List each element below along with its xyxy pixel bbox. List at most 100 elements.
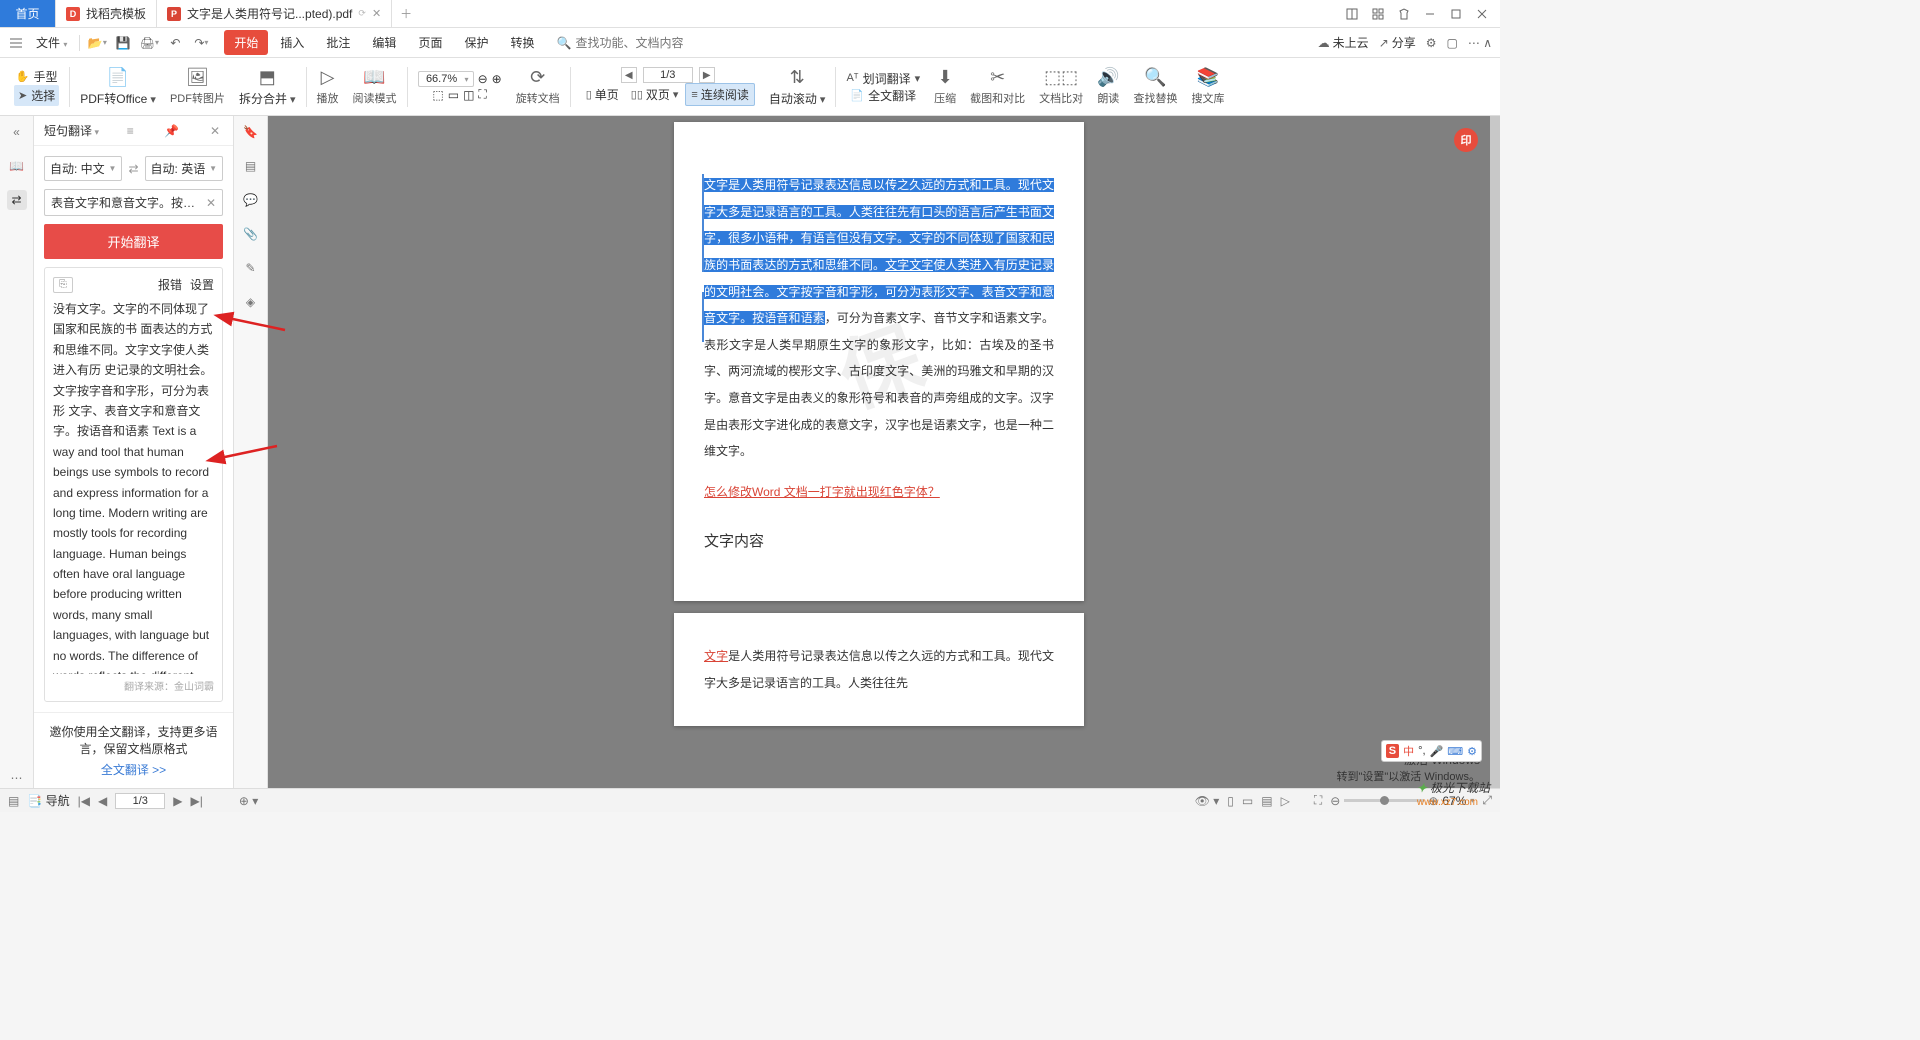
search-box[interactable]: 🔍 — [556, 36, 695, 50]
select-tool[interactable]: ➤ 选择 — [14, 85, 59, 106]
layout-icon[interactable] — [1340, 2, 1364, 26]
split-merge[interactable]: ⬒拆分合并 ▾ — [233, 58, 302, 115]
pdf-to-image[interactable]: 🖼PDF转图片 — [164, 58, 231, 115]
tab-close-icon[interactable]: ✕ — [372, 7, 381, 20]
doc-compare[interactable]: ⬚⬚文档比对 — [1033, 58, 1089, 115]
ime-mic-icon[interactable]: 🎤 — [1430, 745, 1444, 758]
rail-more-icon[interactable]: ⋯ — [7, 768, 27, 788]
actual-size-icon[interactable]: ◫ — [463, 88, 474, 102]
read-aloud[interactable]: 🔊朗读 — [1091, 58, 1125, 115]
full-translate[interactable]: 📄 全文翻译 — [850, 87, 916, 104]
open-icon[interactable]: 📂▾ — [88, 34, 106, 52]
translate-button[interactable]: 开始翻译 — [44, 224, 223, 259]
hamburger-icon[interactable] — [8, 35, 24, 51]
sb-fit-icon[interactable]: ⛶ — [1314, 793, 1322, 808]
sb-next-page[interactable]: ▶ — [173, 794, 182, 808]
collapse-icon[interactable]: ⋯ ∧ — [1468, 36, 1492, 50]
sb-prev-page[interactable]: ◀ — [98, 794, 107, 808]
tab-home[interactable]: 首页 — [0, 0, 56, 27]
hyperlink[interactable]: 怎么修改Word 文档一打字就出现红色字体？ — [704, 485, 940, 499]
search-input[interactable] — [575, 36, 695, 50]
lang-swap-icon[interactable]: ⇄ — [128, 162, 138, 176]
fit-page-icon[interactable]: ▭ — [448, 88, 459, 102]
fit-width-icon[interactable]: ⬚ — [432, 88, 443, 102]
settings-link[interactable]: 设置 — [190, 276, 214, 293]
thumbnail-icon[interactable]: ▤ — [241, 156, 261, 176]
ribbon-tab-insert[interactable]: 插入 — [270, 30, 314, 55]
continuous-view[interactable]: ≡ 连续阅读 — [685, 83, 754, 106]
hand-tool[interactable]: ✋ 手型 — [16, 68, 58, 85]
save-icon[interactable]: 💾 — [114, 34, 132, 52]
ime-lang[interactable]: 中 — [1403, 743, 1414, 759]
print-icon[interactable]: 🖨▾ — [140, 34, 158, 52]
ribbon-tab-convert[interactable]: 转换 — [500, 30, 544, 55]
ime-settings-icon[interactable]: ⚙ — [1467, 745, 1477, 758]
panel-list-icon[interactable]: ≡ — [124, 124, 137, 138]
zoom-out-icon[interactable]: ⊖ — [478, 72, 488, 86]
tab-document[interactable]: P 文字是人类用符号记...pted).pdf ⟳ ✕ — [157, 0, 392, 27]
rail-collapse-icon[interactable]: « — [7, 122, 27, 142]
find-replace[interactable]: 🔍查找替换 — [1128, 58, 1184, 115]
lang-from-select[interactable]: 自动: 中文▼ — [44, 156, 122, 181]
skin-icon[interactable] — [1392, 2, 1416, 26]
ribbon-tab-page[interactable]: 页面 — [408, 30, 452, 55]
rail-translate-icon[interactable]: ⇄ — [7, 190, 27, 210]
copy-result-icon[interactable]: ⎘ — [53, 277, 73, 293]
ribbon-tab-protect[interactable]: 保护 — [454, 30, 498, 55]
word-translate[interactable]: Aᵀ 划词翻译▾ — [846, 70, 920, 87]
floating-wps-icon[interactable]: 印 — [1454, 128, 1478, 152]
page-text[interactable]: 文字是人类用符号记录表达信息以传之久远的方式和工具。现代文字大多是记录语言的工具… — [704, 172, 1054, 465]
sb-last-page[interactable]: ▶| — [190, 794, 202, 808]
sb-view3-icon[interactable]: ▤ — [1261, 794, 1272, 808]
tab-templates[interactable]: D 找稻壳模板 — [56, 0, 157, 27]
lang-to-select[interactable]: 自动: 英语▼ — [145, 156, 223, 181]
read-mode[interactable]: 📖阅读模式 — [347, 58, 403, 115]
source-text-input[interactable]: 表音文字和意音文字。按语音和语素 ✕ — [44, 189, 223, 216]
sb-zoom-out[interactable]: ⊖ — [1330, 794, 1340, 808]
prev-page-button[interactable]: ◀ — [621, 67, 637, 83]
new-tab-button[interactable]: ＋ — [392, 0, 420, 27]
rail-book-icon[interactable]: 📖 — [7, 156, 27, 176]
bookmark-icon[interactable]: 🔖 — [241, 122, 261, 142]
clear-input-icon[interactable]: ✕ — [206, 196, 216, 210]
sb-view2-icon[interactable]: ▭ — [1242, 794, 1253, 808]
single-page-view[interactable]: ▯ 单页 — [581, 84, 624, 105]
page2-text[interactable]: 文字是人类用符号记录表达信息以传之久远的方式和工具。现代文字大多是记录语言的工具… — [704, 643, 1054, 696]
signature-icon[interactable]: ✎ — [241, 258, 261, 278]
maximize-button[interactable] — [1444, 2, 1468, 26]
comment-icon[interactable]: 💬 — [241, 190, 261, 210]
sb-play-icon[interactable]: ▷ — [1281, 794, 1290, 808]
page-input[interactable] — [643, 67, 693, 83]
layers-icon[interactable]: ◈ — [241, 292, 261, 312]
zoom-input[interactable]: ▾ — [418, 71, 474, 87]
screenshot-compare[interactable]: ✂截图和对比 — [964, 58, 1031, 115]
tab-dropdown-icon[interactable]: ⟳ — [358, 8, 366, 19]
minimize-button[interactable] — [1418, 2, 1442, 26]
double-page-view[interactable]: ▯▯ 双页▾ — [626, 84, 684, 105]
redo-icon[interactable]: ↷▾ — [192, 34, 210, 52]
panel-close-icon[interactable]: ✕ — [207, 124, 223, 138]
ribbon-tab-edit[interactable]: 编辑 — [362, 30, 406, 55]
compress-button[interactable]: ⬇压缩 — [928, 58, 962, 115]
sb-view1-icon[interactable]: ▯ — [1227, 794, 1234, 808]
gear-icon[interactable]: ⚙ — [1426, 36, 1437, 50]
sb-nav-label[interactable]: 📑 导航 — [27, 792, 69, 809]
ime-keyboard-icon[interactable]: ⌨ — [1447, 745, 1463, 758]
report-error-link[interactable]: 报错 — [158, 276, 182, 293]
sb-page-input[interactable] — [115, 793, 165, 809]
ime-punct-icon[interactable]: °, — [1418, 745, 1425, 757]
sb-add-page[interactable]: ⊕ ▾ — [239, 794, 258, 808]
attachment-icon[interactable]: 📎 — [241, 224, 261, 244]
rotate-doc[interactable]: ⟳旋转文档 — [510, 58, 566, 115]
panel-pin-icon[interactable]: 📌 — [161, 124, 182, 138]
ribbon-tab-annotate[interactable]: 批注 — [316, 30, 360, 55]
sb-eye-icon[interactable]: 👁 ▾ — [1195, 794, 1220, 808]
grid-icon[interactable] — [1366, 2, 1390, 26]
ime-toolbar[interactable]: S 中 °, 🎤 ⌨ ⚙ — [1381, 740, 1482, 762]
close-button[interactable] — [1470, 2, 1494, 26]
sb-first-page[interactable]: |◀ — [78, 794, 90, 808]
fit-icon[interactable]: ⛶ — [478, 87, 486, 102]
sb-thumb-icon[interactable]: ▤ — [8, 794, 19, 808]
sb-zoom-slider[interactable] — [1344, 799, 1424, 802]
zoom-in-icon[interactable]: ⊕ — [492, 72, 502, 86]
